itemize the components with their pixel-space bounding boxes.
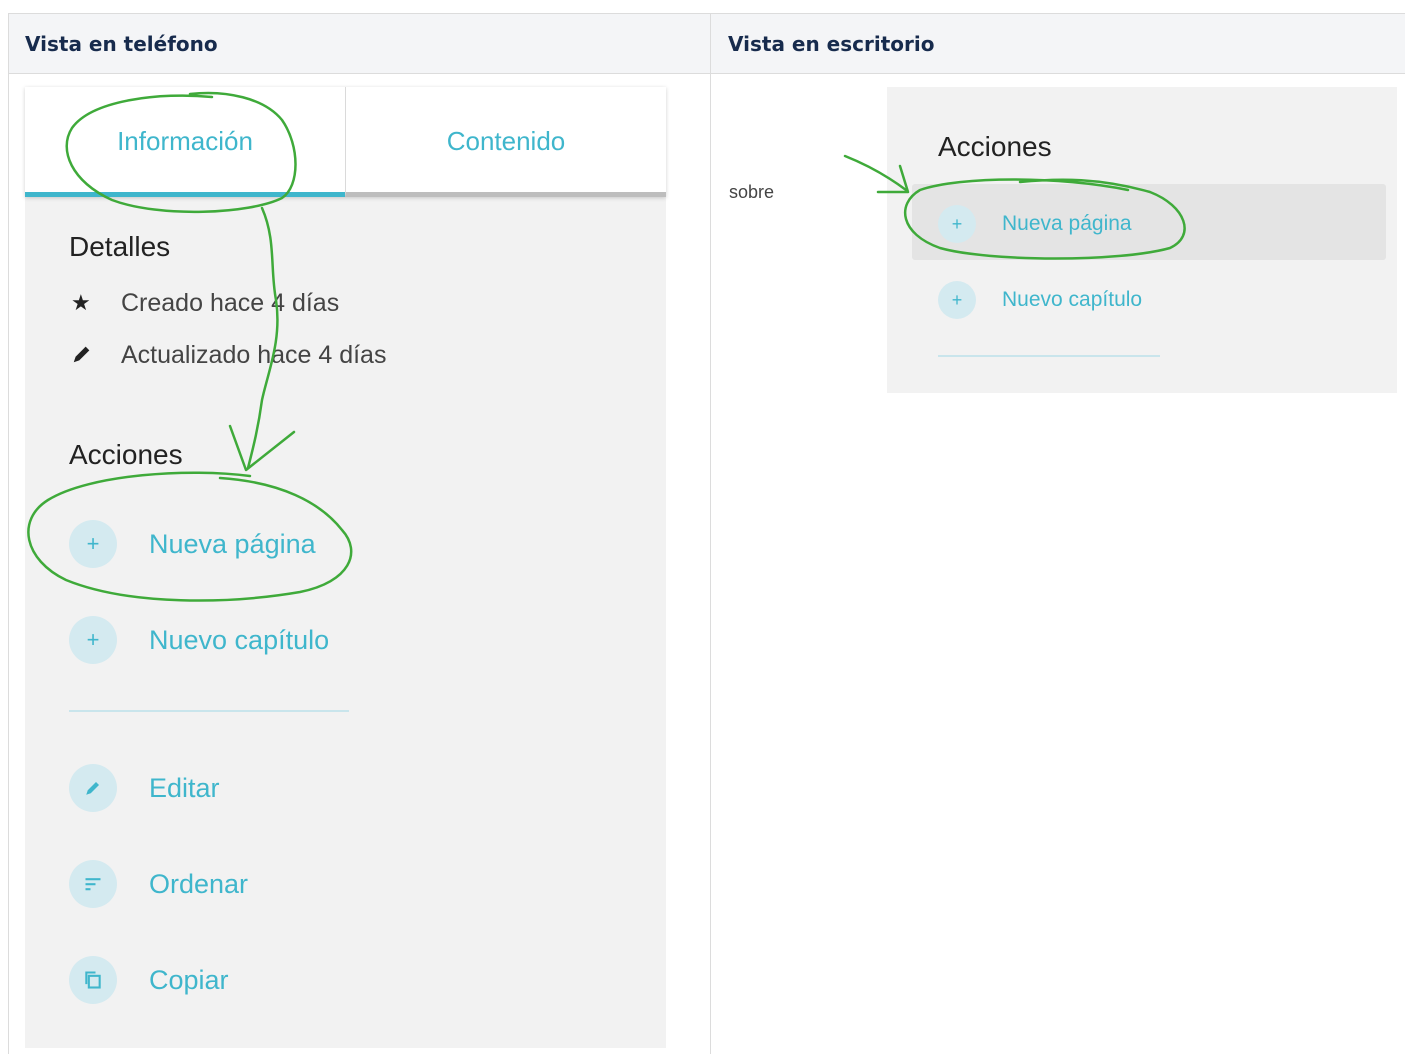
pencil-icon [69, 764, 117, 812]
updated-meta: Actualizado hace 4 días [121, 341, 387, 369]
action-label: Nuevo capítulo [1002, 288, 1143, 311]
plus-icon: + [69, 520, 117, 568]
actions-divider [938, 355, 1160, 357]
table-border-left [8, 13, 9, 1054]
plus-icon: + [938, 281, 976, 319]
action-label: Nueva página [149, 529, 316, 559]
hovered-row-highlight [912, 184, 1386, 260]
action-label: Nueva página [1002, 212, 1132, 235]
copy-icon [69, 956, 117, 1004]
table-column-divider [710, 13, 711, 1054]
actions-divider [69, 710, 349, 712]
star-icon: ★ [71, 291, 91, 316]
created-meta: Creado hace 4 días [121, 289, 340, 317]
plus-icon: + [938, 205, 976, 243]
action-label: Nuevo capítulo [149, 625, 330, 655]
actions-title: Acciones [938, 131, 1052, 162]
action-label: Editar [149, 773, 220, 803]
pencil-icon [71, 343, 93, 371]
tab-contenido[interactable]: Contenido [345, 87, 666, 197]
phone-view-panel: Información Contenido Detalles ★ Creado … [25, 87, 666, 1048]
action-label: Ordenar [149, 869, 249, 899]
details-title: Detalles [69, 231, 171, 262]
table-header-phone: Vista en teléfono [9, 14, 710, 74]
tab-bar: Información Contenido [25, 87, 666, 197]
plus-icon: + [69, 616, 117, 664]
side-text: sobre [729, 182, 775, 202]
table-header-desktop: Vista en escritorio [711, 14, 1405, 74]
actions-title: Acciones [69, 439, 183, 470]
action-label: Copiar [149, 965, 229, 995]
desktop-view-panel: Acciones + Nueva página + Nuevo capítulo [887, 87, 1397, 393]
tab-informacion[interactable]: Información [25, 87, 345, 197]
sort-icon [69, 860, 117, 908]
